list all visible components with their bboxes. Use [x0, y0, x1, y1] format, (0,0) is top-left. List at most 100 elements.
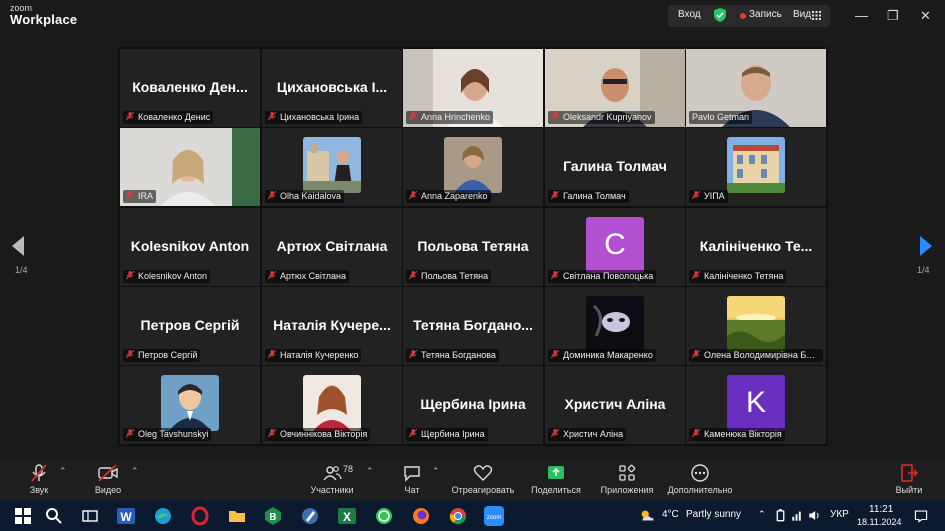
windows-start-icon[interactable]: [13, 506, 33, 526]
network-icon[interactable]: [791, 509, 804, 522]
participant-tile[interactable]: Наталія Кучере... Наталія Кучеренко: [262, 287, 402, 365]
participant-name: Щербина Ірина: [421, 429, 485, 439]
participant-initial-avatar: C: [586, 217, 644, 273]
notifications-icon[interactable]: [914, 509, 928, 523]
participant-tile[interactable]: Kolesnikov Anton Kolesnikov Anton: [120, 208, 260, 286]
tray-expand-chevron-icon[interactable]: ⌃: [758, 509, 766, 520]
firefox-icon[interactable]: [411, 506, 431, 526]
participant-label: Каменюка Вікторія: [689, 428, 785, 441]
participant-label: Польова Тетяна: [406, 270, 492, 283]
video-options-chevron-icon[interactable]: ⌃: [131, 466, 139, 477]
battery-icon[interactable]: [774, 509, 787, 522]
participant-tile[interactable]: УІПА: [686, 128, 826, 206]
page-indicator-left: 1/4: [15, 265, 28, 275]
participant-tile[interactable]: K Каменюка Вікторія: [686, 366, 826, 444]
pen-tool-icon[interactable]: [300, 506, 320, 526]
participant-tile-active-speaker[interactable]: Pavlo Getman: [686, 49, 826, 127]
participant-tile[interactable]: C Світлана Поволоцька: [545, 208, 685, 286]
whatsapp-icon[interactable]: [374, 506, 394, 526]
share-button[interactable]: Поделиться: [528, 458, 584, 500]
muted-mic-icon: [409, 112, 417, 121]
edge-browser-icon[interactable]: [153, 506, 173, 526]
participant-display-name: Наталія Кучере...: [273, 317, 391, 333]
close-icon[interactable]: ✕: [920, 8, 931, 24]
participant-tile[interactable]: Калініченко Те... Калініченко Тетяна: [686, 208, 826, 286]
file-explorer-icon[interactable]: [227, 506, 247, 526]
participant-tile[interactable]: Коваленко Ден... Коваленко Денис: [120, 49, 260, 127]
participant-name: Тетяна Богданова: [421, 350, 496, 360]
participant-label: Щербина Ірина: [406, 428, 488, 441]
weather-icon[interactable]: [638, 506, 656, 526]
participant-tile[interactable]: Олена Володимирівна Баб...: [686, 287, 826, 365]
participants-button[interactable]: 78 Участники: [305, 458, 359, 500]
excel-icon[interactable]: X: [337, 506, 357, 526]
zoom-taskbar-icon[interactable]: zoom: [484, 506, 504, 526]
participant-tile[interactable]: Anna Zaparenko: [403, 128, 543, 206]
prev-page-icon[interactable]: [12, 236, 26, 256]
participant-name: IRA: [138, 191, 154, 201]
share-label: Поделиться: [531, 485, 581, 495]
participant-display-name: Артюх Світлана: [276, 238, 388, 254]
clock-time[interactable]: 11:21: [869, 504, 893, 515]
minimize-icon[interactable]: —: [855, 8, 868, 23]
chat-button[interactable]: Чат: [398, 458, 426, 500]
svg-text:zoom: zoom: [487, 515, 502, 521]
chrome-icon[interactable]: [448, 506, 468, 526]
muted-mic-icon: [126, 191, 134, 200]
participants-label: Участники: [310, 485, 354, 495]
grid-view-icon: [812, 11, 821, 20]
weather-temperature[interactable]: 4°C: [662, 509, 679, 520]
restore-icon[interactable]: ❐: [887, 8, 899, 24]
participant-tile[interactable]: Овчиннікова Вікторія: [262, 366, 402, 444]
participant-name: Петров Сергій: [138, 350, 198, 360]
leave-button[interactable]: Выйти: [892, 458, 926, 500]
muted-mic-icon: [268, 271, 276, 280]
weather-description[interactable]: Partly sunny: [686, 509, 741, 520]
opera-browser-icon[interactable]: [190, 506, 210, 526]
chat-options-chevron-icon[interactable]: ⌃: [432, 466, 440, 477]
participant-tile[interactable]: IRA: [120, 128, 260, 206]
participant-label: Коваленко Денис: [123, 111, 214, 124]
apps-button[interactable]: Приложения: [596, 458, 658, 500]
svg-text:X: X: [343, 510, 351, 524]
participant-tile[interactable]: Oleg Tavshunskyi: [120, 366, 260, 444]
audio-options-chevron-icon[interactable]: ⌃: [59, 466, 67, 477]
muted-mic-icon: [268, 350, 276, 359]
task-view-icon[interactable]: [80, 506, 100, 526]
muted-mic-icon: [31, 464, 47, 482]
participant-tile[interactable]: Тетяна Богдано... Тетяна Богданова: [403, 287, 543, 365]
participant-tile[interactable]: Anna Hrinchenko: [403, 49, 543, 127]
next-page-icon[interactable]: [918, 236, 932, 256]
record-button[interactable]: Запись: [749, 9, 782, 20]
green-app-icon[interactable]: B: [263, 506, 283, 526]
muted-mic-icon: [409, 350, 417, 359]
participant-tile[interactable]: Польова Тетяна Польова Тетяна: [403, 208, 543, 286]
volume-icon[interactable]: [808, 509, 821, 522]
keyboard-language[interactable]: УКР: [830, 509, 849, 520]
participant-tile[interactable]: Петров Сергій Петров Сергій: [120, 287, 260, 365]
participant-tile[interactable]: Щербина Ірина Щербина Ірина: [403, 366, 543, 444]
participant-label: Цихановська Ірина: [265, 111, 363, 124]
participant-tile[interactable]: Olha Kaidalova: [262, 128, 402, 206]
video-gallery: Коваленко Ден... Коваленко Денис Циханов…: [118, 47, 828, 446]
muted-mic-icon: [126, 112, 134, 121]
video-button[interactable]: Видео: [88, 458, 128, 500]
participant-tile[interactable]: Цихановська І... Цихановська Ірина: [262, 49, 402, 127]
word-icon[interactable]: W: [116, 506, 136, 526]
audio-button[interactable]: Звук: [22, 458, 56, 500]
muted-mic-icon: [126, 429, 134, 438]
participant-display-name: Коваленко Ден...: [132, 79, 248, 95]
enter-button[interactable]: Вход: [678, 9, 701, 20]
participant-tile[interactable]: Доминика Макаренко: [545, 287, 685, 365]
react-button[interactable]: Отреагировать: [449, 458, 517, 500]
participant-tile[interactable]: Галина Толмач Галина Толмач: [545, 128, 685, 206]
more-button[interactable]: Дополнительно: [664, 458, 736, 500]
shield-icon[interactable]: [714, 8, 726, 22]
search-icon[interactable]: [44, 506, 64, 526]
participant-tile[interactable]: Артюх Світлана Артюх Світлана: [262, 208, 402, 286]
clock-date[interactable]: 18.11.2024: [857, 517, 901, 527]
participant-tile[interactable]: Oleksandr Kupriyanov: [545, 49, 685, 127]
participant-tile[interactable]: Христич Аліна Христич Аліна: [545, 366, 685, 444]
participants-options-chevron-icon[interactable]: ⌃: [366, 466, 374, 477]
view-button[interactable]: Вид: [793, 9, 811, 20]
